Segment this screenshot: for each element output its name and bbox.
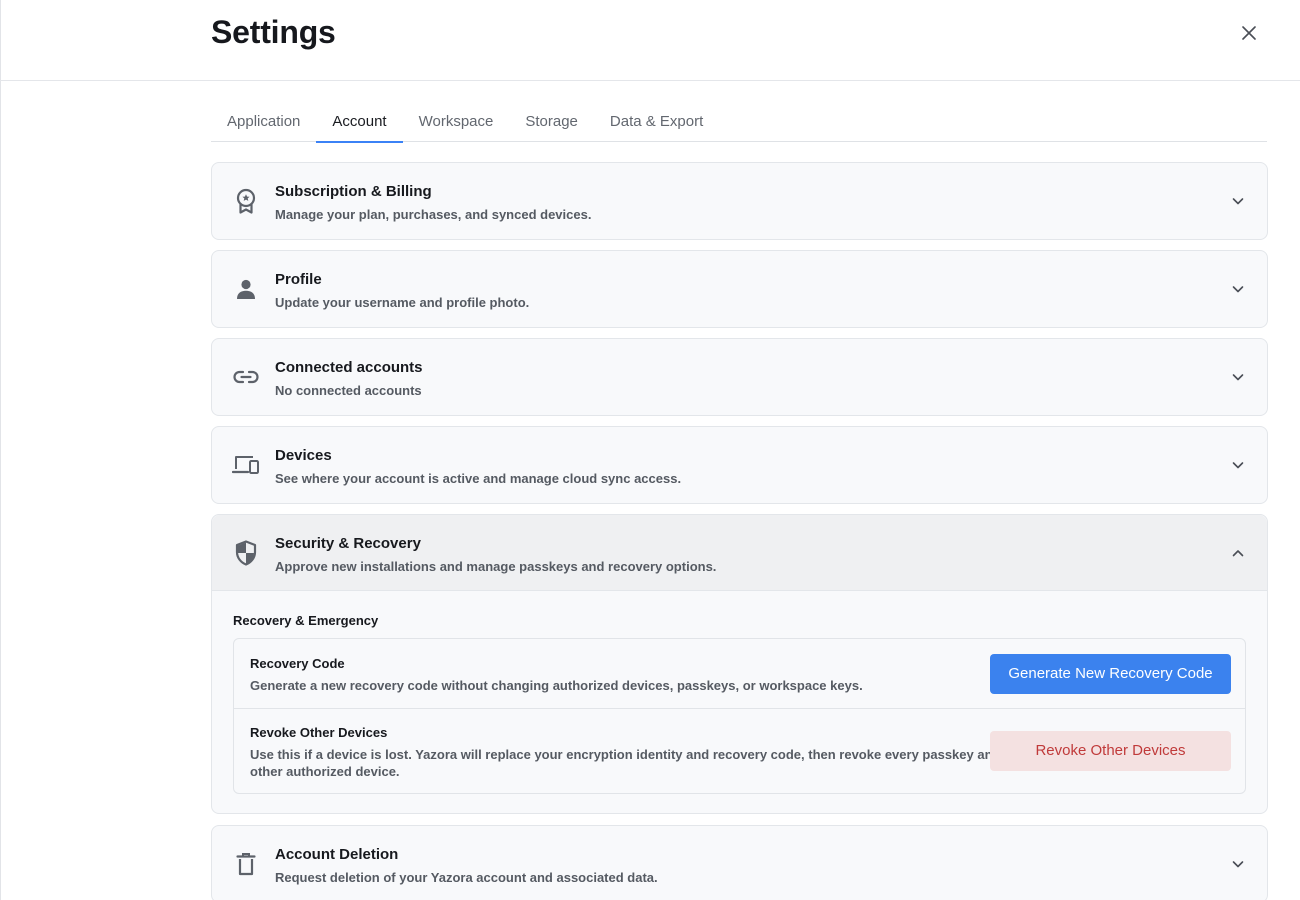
profile-section: Profile Update your username and profile… — [211, 250, 1268, 328]
recovery-code-title: Recovery Code — [250, 656, 345, 671]
close-icon — [1242, 26, 1256, 40]
connected-accounts-header[interactable]: Connected accounts No connected accounts — [212, 339, 1267, 415]
connected-accounts-section: Connected accounts No connected accounts — [211, 338, 1268, 416]
close-button[interactable] — [1236, 20, 1262, 46]
section-title: Account Deletion — [275, 846, 399, 863]
account-deletion-header[interactable]: Account Deletion Request deletion of you… — [212, 826, 1267, 900]
security-recovery-section: Security & Recovery Approve new installa… — [211, 514, 1268, 814]
section-subtitle: Approve new installations and manage pas… — [275, 559, 717, 574]
revoke-other-devices-button[interactable]: Revoke Other Devices — [990, 731, 1231, 771]
tab-data-export[interactable]: Data & Export — [594, 103, 719, 142]
chevron-down-icon — [1232, 374, 1244, 381]
section-title: Security & Recovery — [275, 535, 421, 552]
section-subtitle: Request deletion of your Yazora account … — [275, 870, 658, 885]
section-title: Connected accounts — [275, 359, 423, 376]
shield-icon — [232, 539, 260, 567]
subscription-billing-section: Subscription & Billing Manage your plan,… — [211, 162, 1268, 240]
section-subtitle: No connected accounts — [275, 383, 422, 398]
devices-header[interactable]: Devices See where your account is active… — [212, 427, 1267, 503]
section-title: Profile — [275, 271, 322, 288]
page-title: Settings — [211, 14, 336, 50]
award-badge-icon — [232, 187, 260, 215]
chevron-down-icon — [1232, 198, 1244, 205]
generate-recovery-code-button[interactable]: Generate New Recovery Code — [990, 654, 1231, 694]
settings-tabs: Application Account Workspace Storage Da… — [211, 103, 1267, 143]
section-title: Devices — [275, 447, 332, 464]
section-subtitle: See where your account is active and man… — [275, 471, 682, 486]
chevron-down-icon — [1232, 462, 1244, 469]
chevron-down-icon — [1232, 861, 1244, 868]
recovery-emergency-heading: Recovery & Emergency — [233, 613, 379, 628]
tab-application[interactable]: Application — [211, 103, 316, 142]
devices-section: Devices See where your account is active… — [211, 426, 1268, 504]
settings-header: Settings — [0, 0, 1300, 81]
devices-icon — [232, 451, 260, 479]
link-icon — [232, 363, 260, 391]
revoke-devices-description-line2: other authorized device. — [250, 764, 400, 779]
chevron-up-icon — [1232, 550, 1244, 557]
profile-header[interactable]: Profile Update your username and profile… — [212, 251, 1267, 327]
section-title: Subscription & Billing — [275, 183, 432, 200]
revoke-devices-description-line1: Use this if a device is lost. Yazora wil… — [250, 747, 1001, 762]
revoke-devices-row: Revoke Other Devices Use this if a devic… — [234, 709, 1245, 795]
window-edge — [0, 0, 1, 900]
recovery-code-row: Recovery Code Generate a new recovery co… — [234, 639, 1245, 709]
tab-workspace[interactable]: Workspace — [403, 103, 510, 142]
trash-icon — [232, 850, 260, 878]
recovery-options-panel: Recovery Code Generate a new recovery co… — [233, 638, 1246, 794]
subscription-billing-header[interactable]: Subscription & Billing Manage your plan,… — [212, 163, 1267, 239]
section-subtitle: Update your username and profile photo. — [275, 295, 530, 310]
chevron-down-icon — [1232, 286, 1244, 293]
person-icon — [232, 275, 260, 303]
tab-account[interactable]: Account — [316, 103, 403, 143]
revoke-devices-title: Revoke Other Devices — [250, 725, 388, 740]
recovery-code-description: Generate a new recovery code without cha… — [250, 678, 863, 693]
tab-storage[interactable]: Storage — [509, 103, 594, 142]
account-deletion-section: Account Deletion Request deletion of you… — [211, 825, 1268, 900]
security-recovery-header[interactable]: Security & Recovery Approve new installa… — [212, 515, 1267, 591]
section-subtitle: Manage your plan, purchases, and synced … — [275, 207, 592, 222]
